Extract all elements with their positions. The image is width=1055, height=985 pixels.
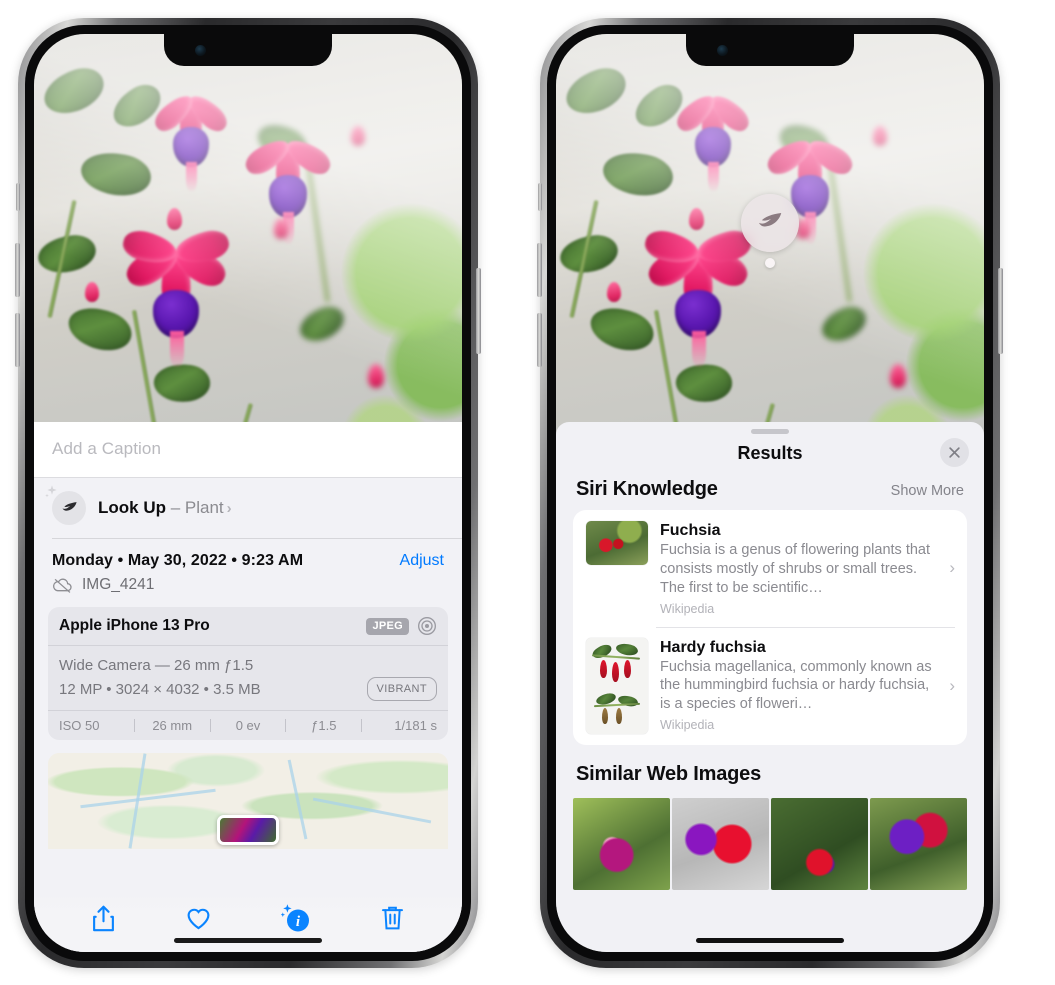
volume-up-button[interactable] <box>537 243 542 297</box>
similar-web-images-strip <box>556 797 984 890</box>
trash-icon[interactable] <box>379 904 406 933</box>
exif-shutter: 1/181 s <box>394 718 437 734</box>
similar-image-thumbnail[interactable] <box>672 797 769 890</box>
share-icon[interactable] <box>90 904 117 933</box>
front-camera <box>717 45 728 56</box>
knowledge-item[interactable]: Hardy fuchsia Fuchsia magellanica, commo… <box>573 626 967 745</box>
format-badge: JPEG <box>366 617 409 635</box>
look-up-subject: Plant <box>184 498 224 517</box>
adjust-button[interactable]: Adjust <box>400 552 444 570</box>
power-button[interactable] <box>476 268 481 354</box>
caption-field[interactable]: Add a Caption <box>34 422 462 478</box>
device-notch <box>686 34 854 66</box>
camera-card-header: Apple iPhone 13 Pro JPEG <box>48 607 448 646</box>
camera-card-body: Wide Camera — 26 mm ƒ1.5 12 MP • 3024 × … <box>48 646 448 712</box>
camera-card-badges: JPEG <box>366 616 437 636</box>
similar-image-thumbnail[interactable] <box>870 797 967 890</box>
heart-icon[interactable] <box>185 904 212 933</box>
knowledge-title: Hardy fuchsia <box>660 638 766 656</box>
exif-aperture: ƒ1.5 <box>311 718 337 734</box>
specs-line: 12 MP • 3024 × 4032 • 3.5 MB <box>59 680 261 698</box>
knowledge-thumbnail <box>586 637 648 734</box>
photo-pin <box>217 815 279 846</box>
close-button[interactable] <box>940 438 969 467</box>
volume-down-button[interactable] <box>15 313 20 367</box>
file-row: IMG_4241 <box>34 574 462 607</box>
device-notch <box>164 34 332 66</box>
knowledge-source: Wikipedia <box>660 718 715 733</box>
power-button[interactable] <box>998 268 1003 354</box>
device-model: Apple iPhone 13 Pro <box>59 617 210 634</box>
siri-knowledge-card: Fuchsia Fuchsia is a genus of flowering … <box>573 510 967 745</box>
look-up-row[interactable]: Look Up – Plant › <box>34 478 462 538</box>
location-map-thumbnail[interactable] <box>48 753 448 850</box>
leaf-icon <box>759 213 782 227</box>
exif-focal: 26 mm <box>152 718 193 734</box>
knowledge-description: Fuchsia is a genus of flowering plants t… <box>660 542 931 596</box>
style-badge: VIBRANT <box>366 677 437 702</box>
right-bezel: Results Siri Knowledge Show More Fuchsia… <box>547 25 993 961</box>
knowledge-item[interactable]: Fuchsia Fuchsia is a genus of flowering … <box>573 510 967 627</box>
results-title: Results <box>737 443 803 463</box>
similar-image-thumbnail[interactable] <box>573 797 670 890</box>
left-iphone-device: Add a Caption Look Up – Plant › Monday •… <box>15 18 481 968</box>
left-screen: Add a Caption Look Up – Plant › Monday •… <box>34 34 462 952</box>
caption-placeholder: Add a Caption <box>52 439 162 458</box>
silent-switch[interactable] <box>16 183 20 211</box>
leaf-icon <box>62 501 77 511</box>
exif-iso: ISO 50 <box>59 718 100 734</box>
chevron-right-icon: › <box>949 558 955 578</box>
exif-row: ISO 50 26 mm 0 ev ƒ1.5 1/181 s <box>48 711 448 740</box>
camera-info-card[interactable]: Apple iPhone 13 Pro JPEG Wide Camera — 2… <box>48 607 448 741</box>
exif-ev: 0 ev <box>235 718 261 734</box>
similar-image-thumbnail[interactable] <box>771 797 868 890</box>
info-sparkle-icon[interactable]: i <box>280 903 311 933</box>
icloud-slash-icon <box>52 578 72 593</box>
results-sheet: Results Siri Knowledge Show More Fuchsia… <box>556 422 984 952</box>
volume-up-button[interactable] <box>15 243 20 297</box>
leaf-badge <box>45 485 86 525</box>
look-up-title: Look Up <box>98 498 166 517</box>
aperture-icon <box>418 617 436 635</box>
lens-line: Wide Camera — 26 mm ƒ1.5 <box>59 657 254 674</box>
specs-line-wrap: 12 MP • 3024 × 4032 • 3.5 MB VIBRANT <box>59 677 437 702</box>
visual-lookup-circle[interactable] <box>741 194 799 252</box>
sparkle-icon <box>45 485 57 498</box>
date-row: Monday • May 30, 2022 • 9:23 AM Adjust <box>34 538 462 574</box>
right-screen: Results Siri Knowledge Show More Fuchsia… <box>556 34 984 952</box>
similar-web-images-title: Similar Web Images <box>576 762 761 785</box>
chevron-right-icon: › <box>949 675 955 695</box>
volume-down-button[interactable] <box>537 313 542 367</box>
visual-lookup-indicator[interactable] <box>741 194 799 268</box>
results-header: Results <box>556 434 984 476</box>
similar-web-images-header: Similar Web Images <box>556 745 984 794</box>
photo-info-sheet: Add a Caption Look Up – Plant › Monday •… <box>34 422 462 952</box>
left-bezel: Add a Caption Look Up – Plant › Monday •… <box>25 25 471 961</box>
screenshot-stage: Add a Caption Look Up – Plant › Monday •… <box>0 0 1055 985</box>
front-camera <box>195 45 206 56</box>
look-up-label: Look Up – Plant › <box>98 498 232 518</box>
silent-switch[interactable] <box>538 183 542 211</box>
right-iphone-device: Results Siri Knowledge Show More Fuchsia… <box>537 18 1003 968</box>
visual-lookup-dot <box>765 258 775 268</box>
file-name: IMG_4241 <box>82 576 155 593</box>
siri-knowledge-title: Siri Knowledge <box>576 478 718 500</box>
look-up-dash: – <box>166 498 185 517</box>
photo-date: Monday • May 30, 2022 • 9:23 AM <box>52 552 304 569</box>
knowledge-text: Hardy fuchsia Fuchsia magellanica, commo… <box>660 638 934 733</box>
siri-knowledge-header: Siri Knowledge Show More <box>556 476 984 510</box>
home-indicator[interactable] <box>696 938 844 943</box>
knowledge-source: Wikipedia <box>660 601 715 616</box>
show-more-button[interactable]: Show More <box>891 483 964 499</box>
knowledge-title: Fuchsia <box>660 522 721 539</box>
close-icon <box>949 447 960 458</box>
chevron-right-icon: › <box>226 500 232 517</box>
home-indicator[interactable] <box>174 938 322 943</box>
knowledge-text: Fuchsia Fuchsia is a genus of flowering … <box>660 521 934 616</box>
knowledge-thumbnail <box>586 521 648 565</box>
knowledge-description: Fuchsia magellanica, commonly known as t… <box>660 658 932 713</box>
